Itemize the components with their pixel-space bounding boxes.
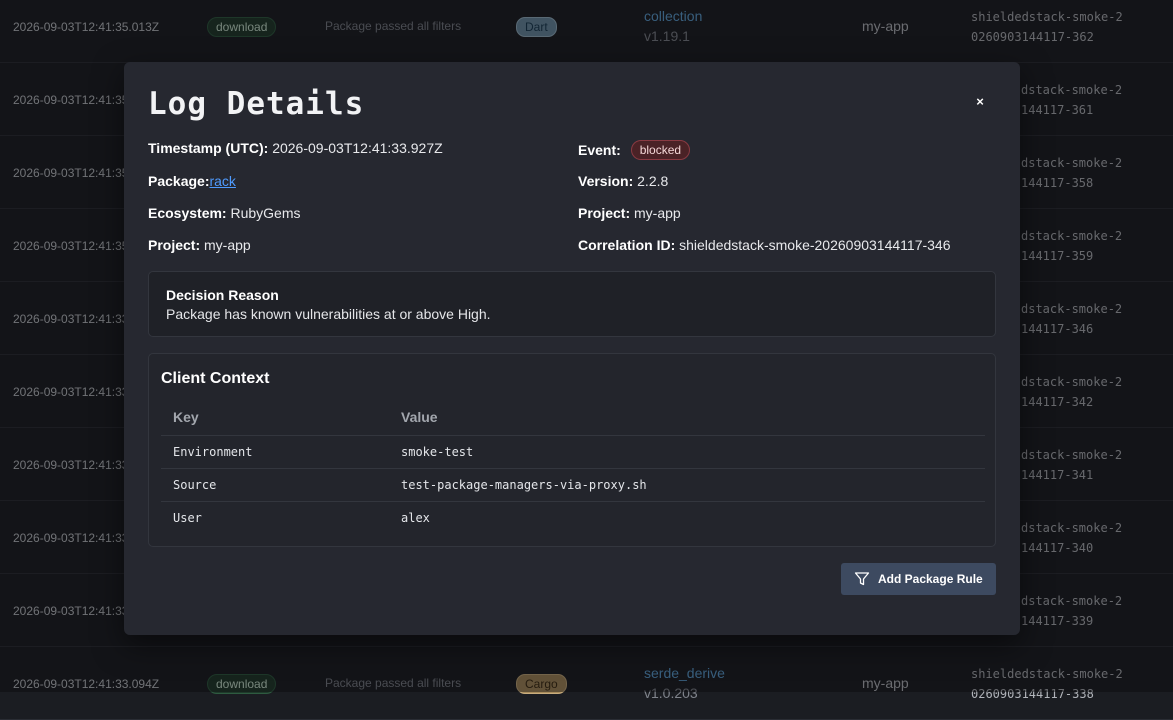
decision-reason-panel: Decision Reason Package has known vulner… bbox=[148, 271, 996, 337]
decision-reason-title: Decision Reason bbox=[166, 287, 279, 303]
context-key: User bbox=[173, 511, 202, 525]
project-label: Project: bbox=[148, 237, 201, 253]
correlation-value: shieldedstack-smoke-20260903144117-346 bbox=[679, 237, 951, 253]
timestamp-label: Timestamp (UTC): bbox=[148, 140, 269, 156]
correlation-label: Correlation ID: bbox=[578, 237, 676, 253]
event-label: Event: bbox=[578, 142, 621, 158]
client-context-panel: Client Context Key Value Environment smo… bbox=[148, 353, 996, 547]
context-key: Environment bbox=[173, 445, 253, 459]
package-label: Package: bbox=[148, 173, 210, 189]
status-badge: blocked bbox=[630, 140, 691, 160]
column-header-value: Value bbox=[401, 409, 438, 425]
decision-reason-text: Package has known vulnerabilities at or … bbox=[166, 306, 491, 322]
correlation-field: Correlation ID: shieldedstack-smoke-2026… bbox=[578, 237, 951, 253]
column-header-key: Key bbox=[173, 409, 199, 425]
context-value: alex bbox=[401, 511, 430, 525]
ecosystem-value: RubyGems bbox=[230, 205, 301, 221]
table-row: User alex bbox=[161, 501, 985, 534]
add-package-rule-label: Add Package Rule bbox=[878, 572, 983, 586]
context-value: test-package-managers-via-proxy.sh bbox=[401, 478, 647, 492]
add-package-rule-button[interactable]: Add Package Rule bbox=[841, 563, 996, 595]
table-row: Environment smoke-test bbox=[161, 435, 985, 468]
log-details-modal: Log Details × Timestamp (UTC): 2026-09-0… bbox=[124, 62, 1020, 635]
package-field: Package:rack bbox=[148, 173, 236, 189]
project-field-left: Project: my-app bbox=[148, 237, 251, 253]
event-field: Event: blocked bbox=[578, 140, 691, 160]
table-row: Source test-package-managers-via-proxy.s… bbox=[161, 468, 985, 501]
project-field-right: Project: my-app bbox=[578, 205, 681, 221]
timestamp-field: Timestamp (UTC): 2026-09-03T12:41:33.927… bbox=[148, 140, 443, 156]
version-field: Version: 2.2.8 bbox=[578, 173, 668, 189]
context-key: Source bbox=[173, 478, 217, 492]
package-link[interactable]: rack bbox=[209, 173, 235, 189]
context-value: smoke-test bbox=[401, 445, 474, 459]
modal-title: Log Details bbox=[148, 86, 365, 122]
ecosystem-label: Ecosystem: bbox=[148, 205, 227, 221]
version-value: 2.2.8 bbox=[637, 173, 669, 189]
version-label: Version: bbox=[578, 173, 634, 189]
project-value: my-app bbox=[204, 237, 251, 253]
timestamp-value: 2026-09-03T12:41:33.927Z bbox=[272, 140, 443, 156]
client-context-title: Client Context bbox=[161, 370, 270, 387]
project-value: my-app bbox=[634, 205, 681, 221]
project-label: Project: bbox=[578, 205, 631, 221]
funnel-icon bbox=[854, 572, 870, 586]
ecosystem-field: Ecosystem: RubyGems bbox=[148, 205, 301, 221]
close-button[interactable]: × bbox=[972, 92, 988, 112]
